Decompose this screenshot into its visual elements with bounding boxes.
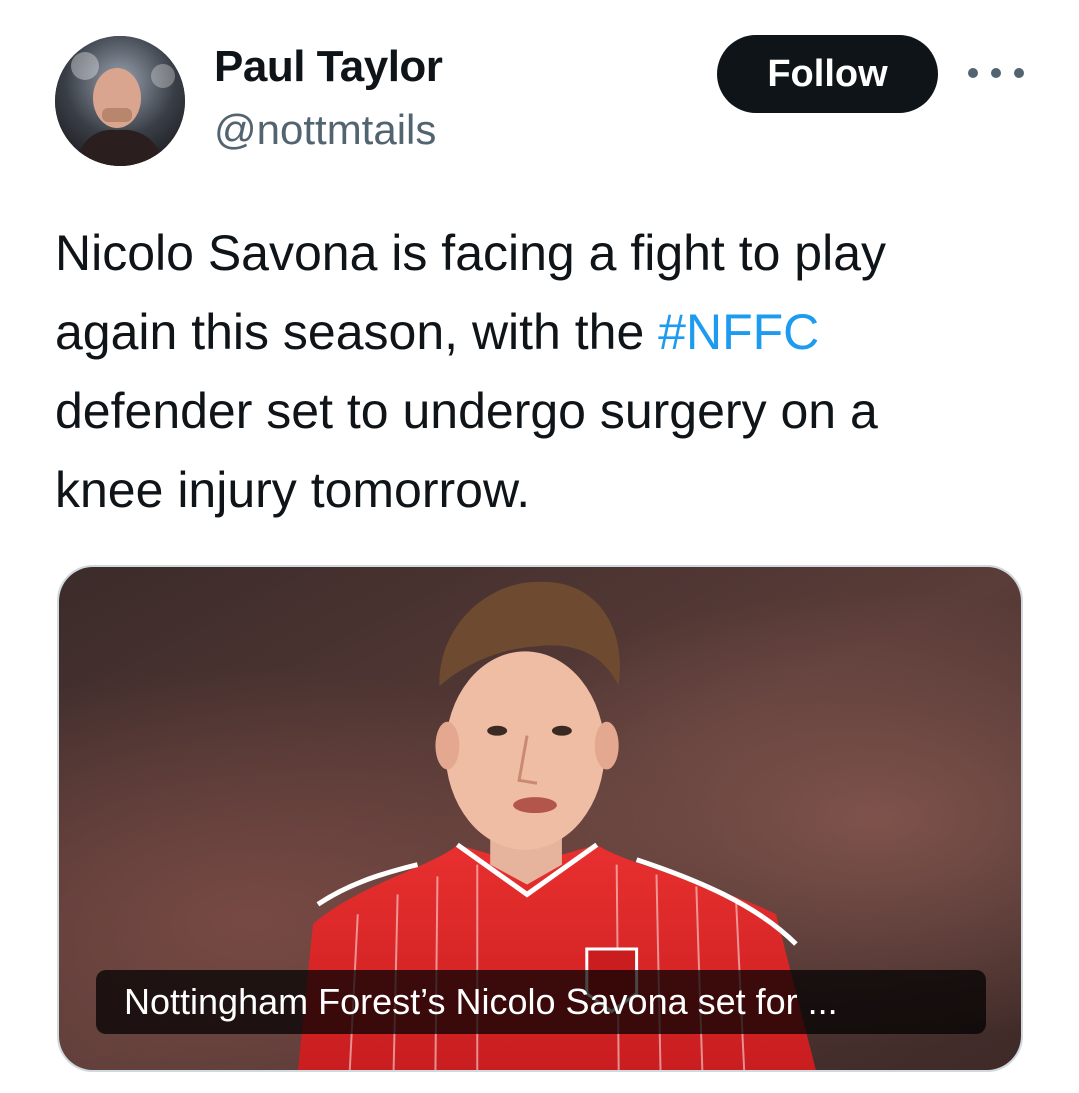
- card-caption: Nottingham Forest’s Nicolo Savona set fo…: [96, 970, 986, 1034]
- tweet-text: Nicolo Savona is facing a fight to play …: [55, 214, 1045, 530]
- tweet-line: again this season, with the #NFFC: [55, 293, 1045, 372]
- hashtag-link[interactable]: #NFFC: [658, 304, 819, 360]
- more-dot: [968, 68, 978, 78]
- more-icon[interactable]: [968, 56, 1024, 90]
- link-card[interactable]: Nottingham Forest’s Nicolo Savona set fo…: [57, 565, 1023, 1072]
- user-name[interactable]: Paul Taylor: [214, 42, 443, 92]
- tweet-line: knee injury tomorrow.: [55, 462, 531, 518]
- tweet-line-text: again this season, with the: [55, 304, 659, 360]
- follow-button[interactable]: Follow: [717, 35, 938, 113]
- more-dot: [991, 68, 1001, 78]
- avatar[interactable]: [55, 36, 185, 166]
- more-dot: [1014, 68, 1024, 78]
- user-handle[interactable]: @nottmtails: [214, 106, 436, 154]
- avatar-image: [55, 36, 185, 166]
- tweet-line: Nicolo Savona is facing a fight to play: [55, 225, 887, 281]
- tweet-line: defender set to undergo surgery on a: [55, 383, 878, 439]
